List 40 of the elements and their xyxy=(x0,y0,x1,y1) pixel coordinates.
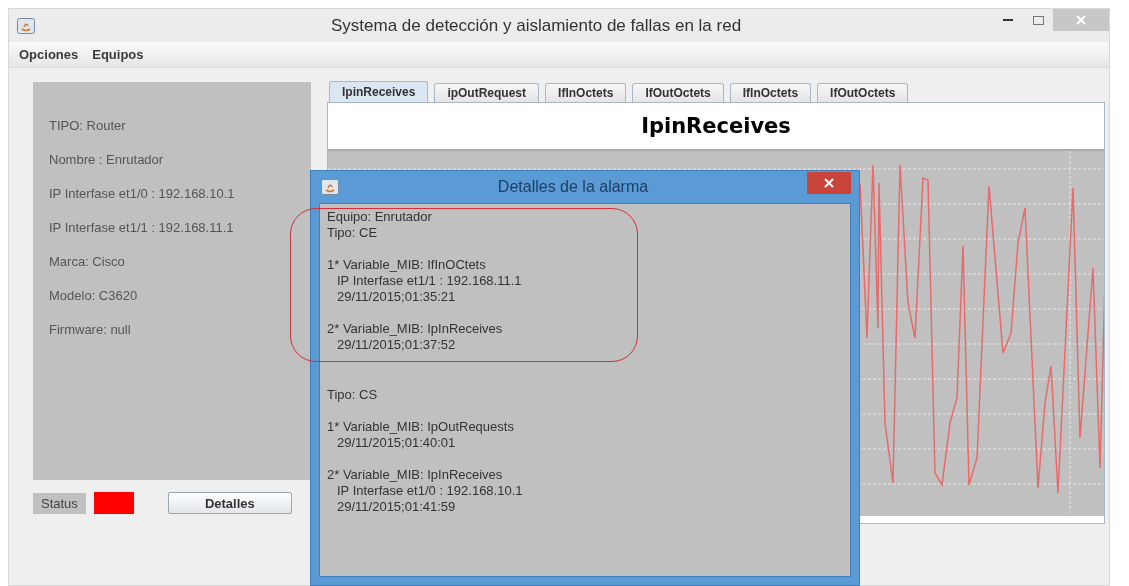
device-info-text: IP Interfase et1/0 : 192.168.10.1 xyxy=(49,186,236,201)
alarm-detail-text: Tipo: CS xyxy=(327,387,378,403)
device-info-text: IP Interfase et1/1 : 192.168.11.1 xyxy=(49,220,235,235)
tab[interactable]: IpinReceives xyxy=(329,81,429,102)
tab[interactable]: IfOutOctets xyxy=(632,83,724,102)
menu-item[interactable]: Equipos xyxy=(92,47,144,62)
maximize-icon xyxy=(1032,15,1044,25)
alarm-detail-text: 1* Variable_MIB: IfInOCtets xyxy=(327,257,486,273)
alarm-detail-text: 29/11/2015;01:41:59 xyxy=(336,499,456,515)
close-button[interactable] xyxy=(807,172,851,194)
alarm-detail-text: 29/11/2015;01:35:21 xyxy=(336,289,456,305)
alarm-detail-text: 2* Variable_MIB: IpInReceives xyxy=(327,321,503,337)
tab[interactable]: IfOutOctets xyxy=(817,83,909,102)
alarm-detail-text: IP Interfase et1/0 : 192.168.10.1 xyxy=(336,483,523,499)
chart-title: IpinReceives xyxy=(641,114,791,138)
close-icon xyxy=(1076,15,1086,25)
minimize-icon xyxy=(1003,18,1013,22)
status-label: Status xyxy=(33,492,86,514)
device-info-text: Marca: Cisco xyxy=(49,254,126,269)
menu-item[interactable]: Opciones xyxy=(19,47,79,62)
device-info-text: TIPO: Router xyxy=(49,118,127,133)
device-info-text: Firmware: null xyxy=(49,322,132,337)
device-info-text: Modelo: C3620 xyxy=(49,288,139,303)
tab[interactable]: ipOutRequest xyxy=(434,83,540,102)
alarm-detail-text: Tipo: CE xyxy=(327,225,378,241)
app-icon xyxy=(17,17,35,34)
window-title: Systema de detección y aislamiento de fallas en la red xyxy=(331,15,742,36)
tab[interactable]: IfInOctets xyxy=(729,83,812,102)
dialog-title: Detalles de la alarma xyxy=(496,178,650,196)
details-button[interactable]: Detalles xyxy=(167,492,292,514)
app-icon xyxy=(321,179,339,195)
alarm-detail-text: 29/11/2015;01:40:01 xyxy=(336,435,456,451)
device-info-text: Nombre : Enrutador xyxy=(49,152,165,167)
alarm-detail-text: 2* Variable_MIB: IpInReceives xyxy=(327,467,503,483)
tab[interactable]: IfInOctets xyxy=(545,83,627,102)
alarm-detail-text: 1* Variable_MIB: IpOutRequests xyxy=(327,419,514,435)
alarm-detail-text: IP Interfase et1/1 : 192.168.11.1 xyxy=(336,273,522,289)
close-icon xyxy=(824,178,834,188)
alarm-detail-text: 29/11/2015;01:37:52 xyxy=(336,337,456,353)
alarm-detail-text: Equipo: Enrutador xyxy=(327,209,432,225)
